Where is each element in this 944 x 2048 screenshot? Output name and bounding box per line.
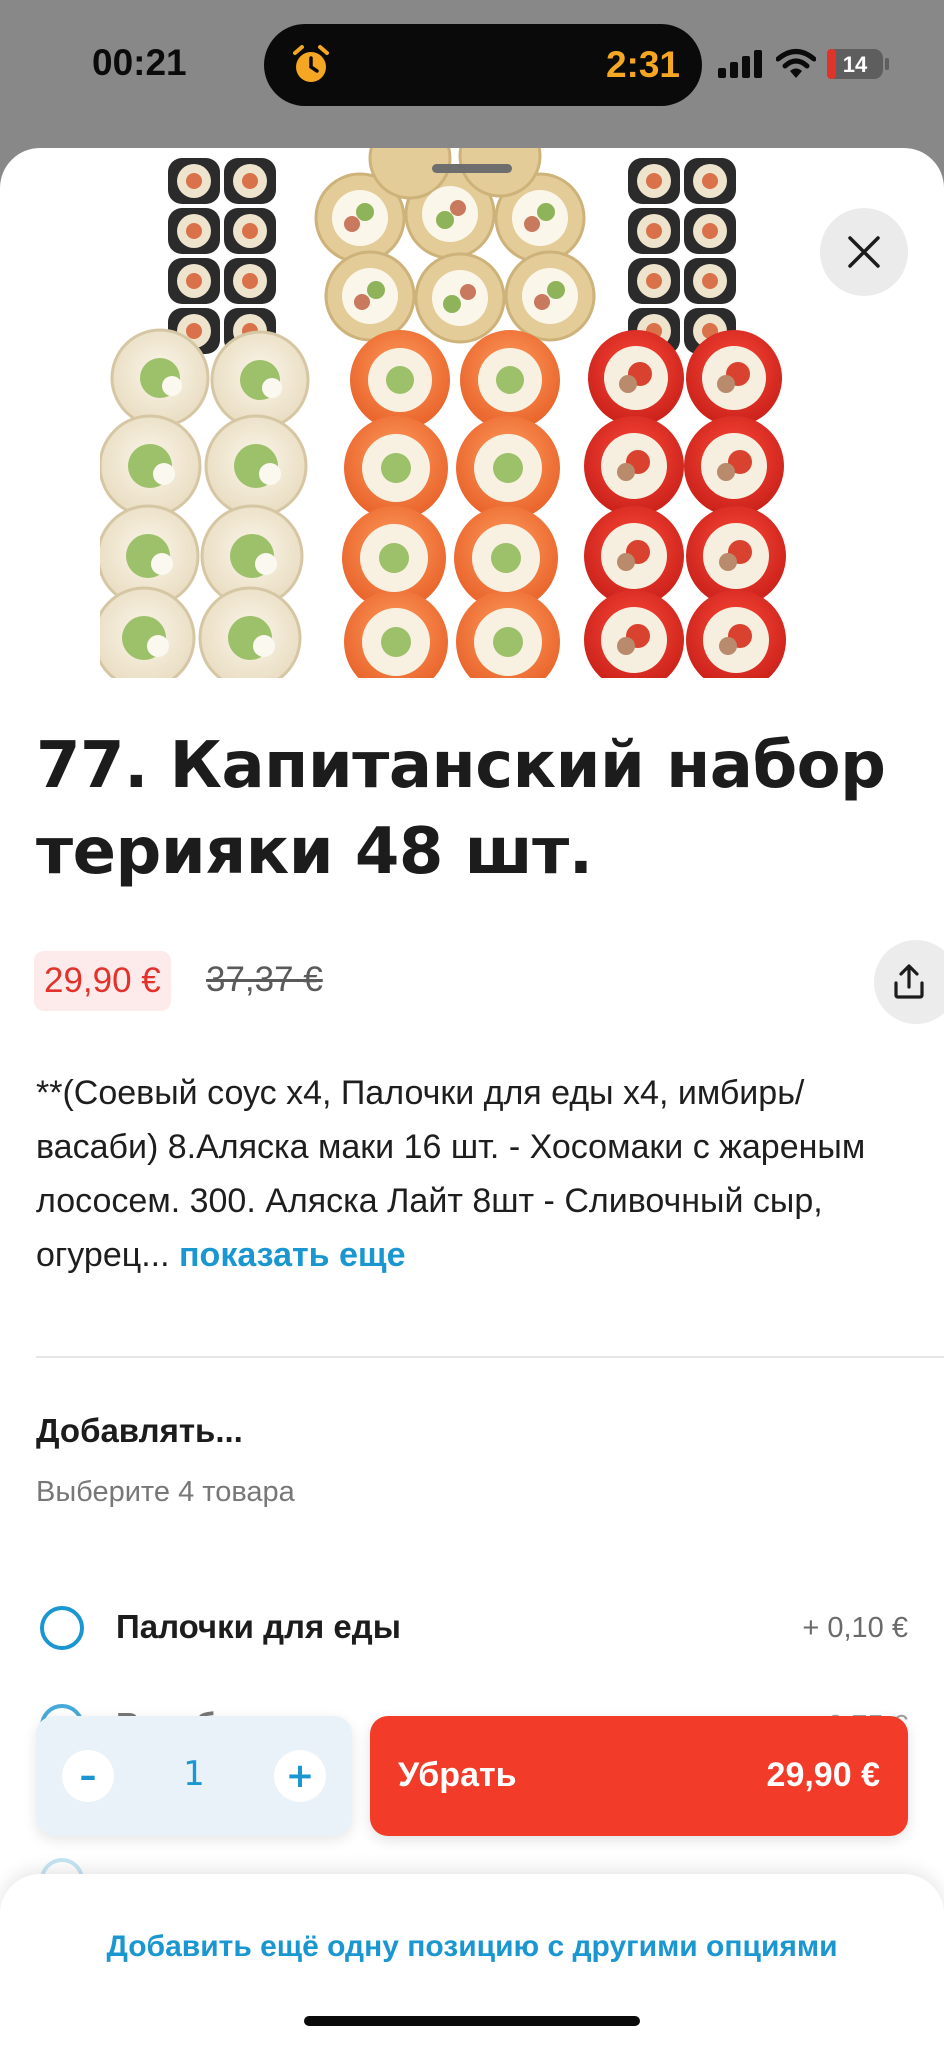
action-label: Убрать [398, 1756, 517, 1794]
share-icon [894, 964, 924, 999]
addons-title: Добавлять... [36, 1412, 243, 1449]
product-title: 77. Капитанский набор терияки 48 шт. [36, 729, 886, 889]
option-chopsticks[interactable]: Палочки для еды + 0,10 € [36, 1592, 908, 1662]
sesame-rolls [314, 148, 596, 344]
rice-rolls [100, 328, 310, 678]
radio-button[interactable] [40, 1606, 84, 1650]
divider [36, 1356, 944, 1358]
price-old: 37,37 € [206, 960, 323, 999]
show-more-link[interactable]: показать еще [179, 1236, 406, 1274]
close-button[interactable] [820, 208, 908, 296]
footer-panel: Добавить ещё одну позицию с другими опци… [0, 1874, 944, 2048]
status-bar: 00:21 2:31 14 [0, 0, 944, 130]
product-description: **(Соевый соус х4, Палочки для еды х4, и… [36, 1066, 916, 1282]
price-current: 29,90 € [44, 961, 161, 1000]
close-icon [848, 236, 880, 268]
cellular-signal-icon [718, 50, 762, 78]
battery-level: 14 [842, 52, 868, 77]
maki-rolls-left [168, 158, 276, 354]
wifi-icon [776, 49, 816, 78]
roe-rolls [584, 330, 786, 678]
alarm-clock-icon [293, 45, 329, 82]
island-timer: 2:31 [605, 44, 680, 85]
status-time: 00:21 [92, 42, 187, 83]
home-indicator[interactable] [304, 2016, 640, 2026]
addons-subtitle: Выберите 4 товара [36, 1476, 295, 1508]
salmon-rolls [342, 330, 560, 678]
option-price: + 0,10 € [802, 1612, 908, 1644]
dynamic-island[interactable]: 2:31 [264, 24, 702, 106]
add-another-item-link[interactable]: Добавить ещё одну позицию с другими опци… [0, 1930, 944, 1964]
quantity-stepper: – 1 + [36, 1716, 352, 1836]
description-text: **(Соевый соус х4, Палочки для еды х4, и… [36, 1074, 866, 1274]
option-label: Палочки для еды [116, 1608, 401, 1645]
increase-button[interactable]: + [274, 1750, 326, 1802]
sheet-grabber[interactable] [432, 164, 512, 173]
share-button[interactable] [874, 940, 944, 1024]
maki-rolls-right [628, 158, 736, 354]
action-price: 29,90 € [766, 1756, 880, 1794]
price-badge: 29,90 € [34, 951, 171, 1011]
sushi-set-photo [100, 148, 786, 678]
battery-icon: 14 [826, 48, 890, 80]
remove-from-cart-button[interactable]: Убрать 29,90 € [370, 1716, 908, 1836]
